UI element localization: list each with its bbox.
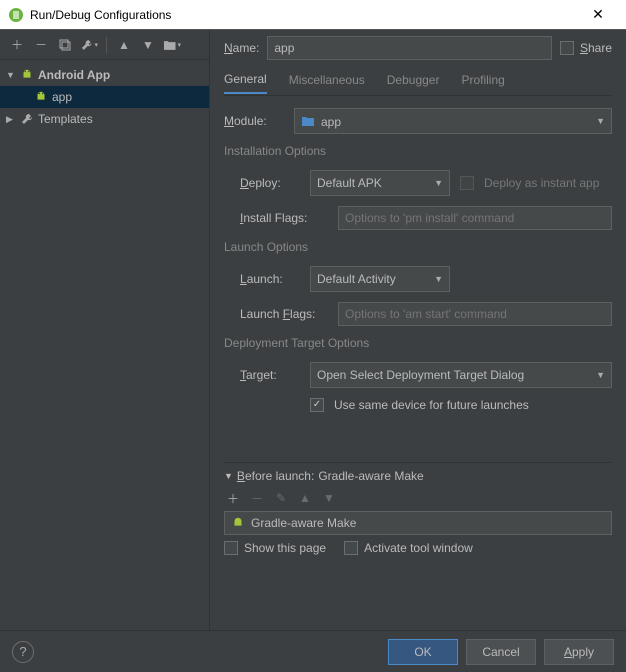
titlebar-title: Run/Debug Configurations (30, 8, 578, 22)
folder-move-icon[interactable]: ▾ (163, 36, 181, 54)
chevron-down-icon: ▼ (596, 116, 605, 126)
down-icon[interactable]: ▼ (139, 36, 157, 54)
cancel-button[interactable]: Cancel (466, 639, 536, 665)
module-select[interactable]: app ▼ (294, 108, 612, 134)
share-checkbox[interactable] (560, 41, 574, 55)
chevron-right-icon: ▶ (6, 114, 16, 125)
general-panel: Module: app ▼ Installation Options Deplo… (224, 96, 612, 630)
chevron-down-icon: ▼ (434, 178, 443, 188)
right-pane: Name: Share General Miscellaneous Debugg… (210, 30, 626, 630)
module-folder-icon (301, 114, 315, 128)
share-label: Share (580, 41, 612, 55)
target-label: Target: (240, 368, 300, 382)
launch-label: Launch: (240, 272, 300, 286)
before-launch-item[interactable]: Gradle-aware Make (224, 511, 612, 535)
tree-node-templates[interactable]: ▶ Templates (0, 108, 209, 130)
down-icon[interactable]: ▼ (320, 489, 338, 507)
remove-icon[interactable]: － (248, 489, 266, 507)
before-launch-header[interactable]: ▼ Before launch: Gradle-aware Make (224, 469, 612, 483)
show-this-page-label: Show this page (244, 541, 326, 555)
tab-general[interactable]: General (224, 72, 267, 94)
tab-debugger[interactable]: Debugger (387, 73, 440, 93)
copy-icon[interactable] (56, 36, 74, 54)
activate-tool-window-checkbox[interactable] (344, 541, 358, 555)
section-deployment-target: Deployment Target Options (224, 336, 612, 350)
chevron-down-icon: ▼ (596, 370, 605, 380)
tab-profiling[interactable]: Profiling (461, 73, 504, 93)
up-icon[interactable]: ▲ (296, 489, 314, 507)
instant-app-label: Deploy as instant app (484, 176, 599, 190)
apply-button[interactable]: Apply (544, 639, 614, 665)
module-label: Module: (224, 114, 284, 128)
target-select[interactable]: Open Select Deployment Target Dialog▼ (310, 362, 612, 388)
button-bar: ? OK Cancel Apply (0, 630, 626, 672)
section-launch-options: Launch Options (224, 240, 612, 254)
instant-app-checkbox[interactable] (460, 176, 474, 190)
ok-button[interactable]: OK (388, 639, 458, 665)
launch-flags-input[interactable] (338, 302, 612, 326)
same-device-checkbox[interactable] (310, 398, 324, 412)
section-installation-options: Installation Options (224, 144, 612, 158)
android-icon (34, 90, 48, 104)
install-flags-input[interactable] (338, 206, 612, 230)
tabs: General Miscellaneous Debugger Profiling (224, 70, 612, 96)
same-device-label: Use same device for future launches (334, 398, 529, 412)
add-icon[interactable]: ＋ (8, 36, 26, 54)
launch-select[interactable]: Default Activity▼ (310, 266, 450, 292)
sidebar: ＋ － ▾ ▲ ▼ ▾ ▼ Android App app (0, 30, 210, 630)
chevron-down-icon: ▼ (6, 70, 16, 80)
close-icon[interactable]: ✕ (578, 0, 618, 30)
before-launch-toolbar: ＋ － ✎ ▲ ▼ (224, 487, 612, 511)
titlebar: Run/Debug Configurations ✕ (0, 0, 626, 30)
wrench-icon (20, 112, 34, 126)
config-tree: ▼ Android App app ▶ Templates (0, 60, 209, 630)
deploy-label: Deploy: (240, 176, 300, 190)
android-studio-icon (8, 7, 24, 23)
android-icon (20, 68, 34, 82)
tree-label: Android App (38, 68, 110, 82)
add-icon[interactable]: ＋ (224, 489, 242, 507)
remove-icon[interactable]: － (32, 36, 50, 54)
launch-flags-label: Launch Flags: (240, 307, 328, 321)
chevron-down-icon: ▼ (224, 471, 233, 481)
chevron-down-icon: ▼ (434, 274, 443, 284)
android-icon (231, 516, 245, 530)
tree-node-android-app[interactable]: ▼ Android App (0, 64, 209, 86)
tree-node-app[interactable]: app (0, 86, 209, 108)
deploy-select[interactable]: Default APK▼ (310, 170, 450, 196)
name-input[interactable] (267, 36, 552, 60)
up-icon[interactable]: ▲ (115, 36, 133, 54)
name-label: Name: (224, 41, 259, 55)
tree-label: Templates (38, 112, 93, 126)
install-flags-label: Install Flags: (240, 211, 328, 225)
edit-icon[interactable]: ✎ (272, 489, 290, 507)
show-this-page-checkbox[interactable] (224, 541, 238, 555)
before-launch-section: ▼ Before launch: Gradle-aware Make ＋ － ✎… (224, 462, 612, 555)
activate-tool-window-label: Activate tool window (364, 541, 473, 555)
sidebar-toolbar: ＋ － ▾ ▲ ▼ ▾ (0, 30, 209, 60)
tab-miscellaneous[interactable]: Miscellaneous (289, 73, 365, 93)
help-button[interactable]: ? (12, 641, 34, 663)
tree-label: app (52, 90, 72, 104)
toolbar-separator (106, 37, 107, 53)
wrench-icon[interactable]: ▾ (80, 36, 98, 54)
